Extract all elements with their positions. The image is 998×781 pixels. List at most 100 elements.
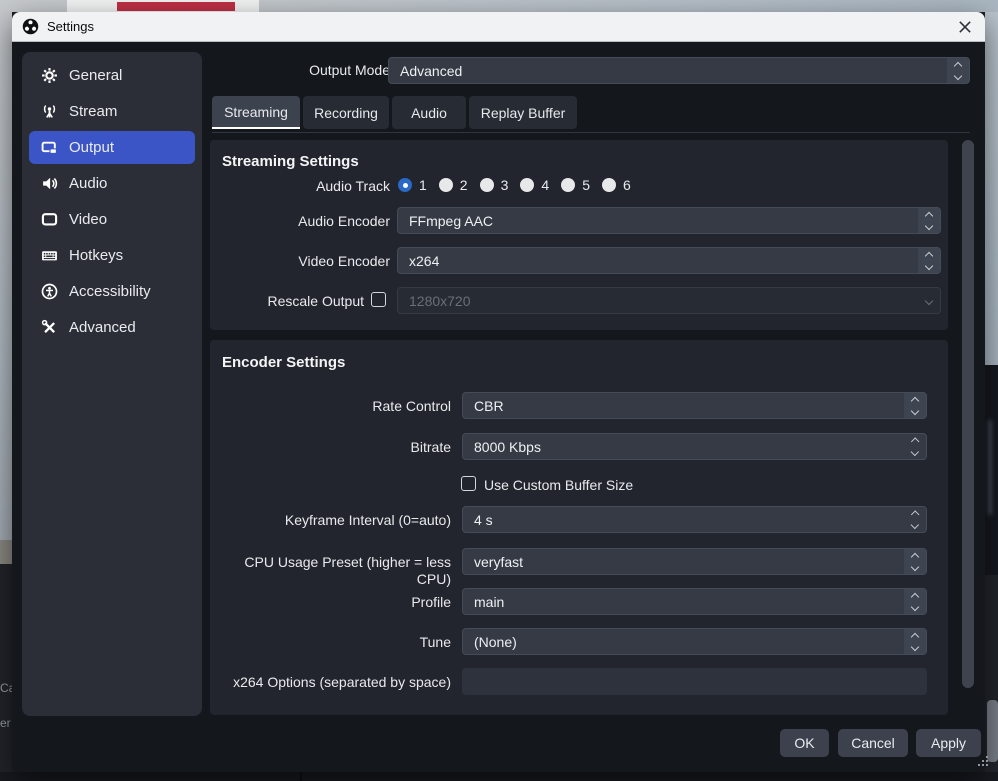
keyframe-interval-spinbox[interactable]: 4 s: [462, 506, 927, 533]
background-bottom-strip: [0, 772, 998, 781]
cpu-preset-label: CPU Usage Preset (higher = less CPU): [212, 554, 451, 588]
sidebar-item-label: Advanced: [69, 319, 136, 336]
rate-control-select[interactable]: CBR: [462, 392, 927, 419]
audio-track-radios: 1 2 3 4 5 6: [398, 177, 631, 193]
radio-label: 3: [501, 177, 509, 193]
tab-audio[interactable]: Audio: [392, 96, 466, 129]
sidebar-item-hotkeys[interactable]: Hotkeys: [29, 239, 195, 272]
audio-track-option-6[interactable]: 6: [602, 177, 631, 193]
background-left-panel: [0, 564, 12, 781]
keyboard-icon: [41, 247, 58, 264]
bitrate-value: 8000 Kbps: [474, 439, 541, 455]
x264-options-input[interactable]: [462, 668, 927, 695]
cancel-button[interactable]: Cancel: [838, 729, 908, 757]
accessibility-icon: [41, 283, 58, 300]
dropdown-spinner-icon[interactable]: [918, 248, 940, 273]
tab-label: Replay Buffer: [481, 105, 566, 121]
radio-icon[interactable]: [520, 178, 534, 192]
radio-icon[interactable]: [602, 178, 616, 192]
settings-sidebar: General Stream Output Audio Video Hotkey…: [22, 52, 202, 716]
close-icon[interactable]: [957, 19, 973, 35]
background-left-photo-edge: [0, 540, 12, 564]
sidebar-item-general[interactable]: General: [29, 59, 195, 92]
audio-track-option-1[interactable]: 1: [398, 177, 427, 193]
title-bar[interactable]: Settings: [12, 12, 985, 42]
radio-icon[interactable]: [561, 178, 575, 192]
sidebar-item-label: Stream: [69, 103, 117, 120]
chevron-down-icon: [918, 288, 940, 313]
bitrate-spinbox[interactable]: 8000 Kbps: [462, 433, 927, 460]
sidebar-item-label: Output: [69, 139, 114, 156]
background-red-bar: [117, 2, 235, 11]
tab-divider: [212, 132, 970, 133]
keyframe-interval-label: Keyframe Interval (0=auto): [212, 512, 451, 529]
ok-button[interactable]: OK: [780, 729, 829, 757]
tune-label: Tune: [212, 634, 451, 651]
sidebar-item-label: Audio: [69, 175, 107, 192]
radio-icon[interactable]: [480, 178, 494, 192]
background-left-strip: [0, 12, 12, 540]
output-icon: [41, 139, 58, 156]
cpu-preset-select[interactable]: veryfast: [462, 548, 927, 575]
sidebar-item-output[interactable]: Output: [29, 131, 195, 164]
sidebar-item-accessibility[interactable]: Accessibility: [29, 275, 195, 308]
rate-control-value: CBR: [474, 398, 504, 414]
monitor-icon: [41, 211, 58, 228]
sidebar-item-stream[interactable]: Stream: [29, 95, 195, 128]
broadcast-icon: [41, 103, 58, 120]
sidebar-item-advanced[interactable]: Advanced: [29, 311, 195, 344]
audio-encoder-label: Audio Encoder: [212, 213, 390, 230]
audio-track-option-5[interactable]: 5: [561, 177, 590, 193]
apply-button[interactable]: Apply: [916, 729, 981, 757]
window-title: Settings: [47, 19, 94, 34]
audio-encoder-select[interactable]: FFmpeg AAC: [397, 207, 941, 234]
tools-icon: [41, 319, 58, 336]
settings-dialog: Settings General Stream Output Audio Vid…: [12, 12, 985, 772]
background-scrollbar: [987, 700, 998, 762]
background-bottom-divider: [300, 772, 302, 781]
dropdown-spinner-icon[interactable]: [947, 58, 969, 83]
audio-encoder-value: FFmpeg AAC: [409, 213, 493, 229]
audio-track-option-2[interactable]: 2: [439, 177, 468, 193]
output-mode-value: Advanced: [400, 63, 462, 79]
dropdown-spinner-icon[interactable]: [904, 549, 926, 574]
obs-logo-icon: [22, 18, 39, 35]
dropdown-spinner-icon[interactable]: [904, 629, 926, 654]
sidebar-item-audio[interactable]: Audio: [29, 167, 195, 200]
tune-value: (None): [474, 634, 517, 650]
radio-checked-icon[interactable]: [398, 178, 412, 192]
profile-select[interactable]: main: [462, 588, 927, 615]
tune-select[interactable]: (None): [462, 628, 927, 655]
profile-value: main: [474, 594, 504, 610]
dropdown-spinner-icon[interactable]: [904, 393, 926, 418]
tab-label: Streaming: [224, 104, 288, 120]
rescale-output-label: Rescale Output: [212, 293, 364, 310]
sidebar-item-label: Video: [69, 211, 107, 228]
audio-track-option-4[interactable]: 4: [520, 177, 549, 193]
tab-label: Audio: [411, 105, 447, 121]
background-right-light-streak: [988, 420, 992, 515]
rescale-resolution-select: 1280x720: [397, 287, 941, 314]
sidebar-item-video[interactable]: Video: [29, 203, 195, 236]
tab-replay-buffer[interactable]: Replay Buffer: [469, 96, 577, 129]
video-encoder-select[interactable]: x264: [397, 247, 941, 274]
content-scrollbar[interactable]: [962, 140, 974, 688]
audio-track-option-3[interactable]: 3: [480, 177, 509, 193]
radio-icon[interactable]: [439, 178, 453, 192]
sidebar-item-label: General: [69, 67, 122, 84]
encoder-settings-title: Encoder Settings: [222, 354, 345, 371]
dropdown-spinner-icon[interactable]: [918, 208, 940, 233]
rescale-output-checkbox[interactable]: [371, 292, 386, 307]
tab-streaming[interactable]: Streaming: [212, 96, 300, 129]
output-mode-select[interactable]: Advanced: [388, 57, 970, 84]
sidebar-item-label: Accessibility: [69, 283, 151, 300]
dropdown-spinner-icon[interactable]: [904, 589, 926, 614]
radio-label: 6: [623, 177, 631, 193]
tab-recording[interactable]: Recording: [303, 96, 389, 129]
audio-track-label: Audio Track: [212, 178, 390, 195]
spinner-up-down-icon[interactable]: [904, 434, 926, 459]
spinner-up-down-icon[interactable]: [904, 507, 926, 532]
use-custom-buffer-checkbox[interactable]: [461, 476, 476, 491]
resize-grip[interactable]: [978, 764, 980, 766]
radio-label: 1: [419, 177, 427, 193]
